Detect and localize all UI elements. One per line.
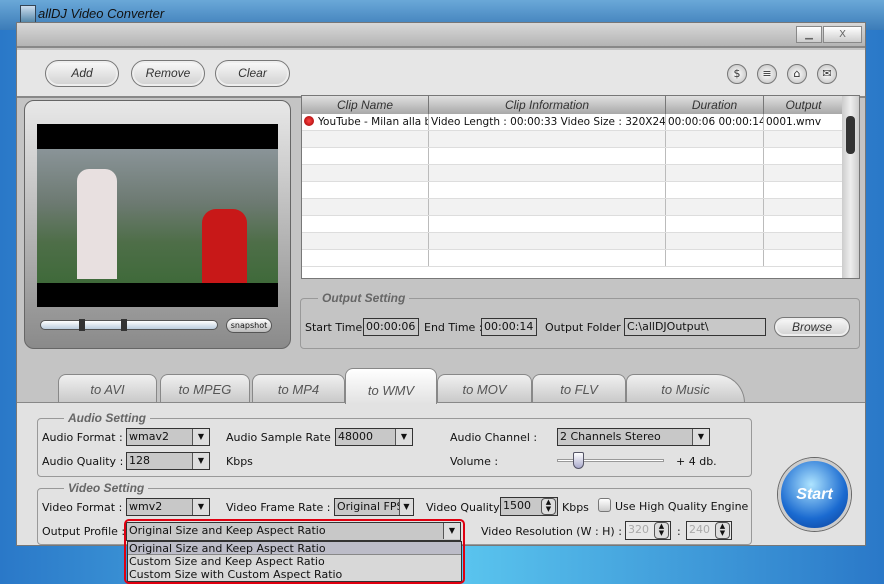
mail-icon[interactable]: ✉ xyxy=(817,64,837,84)
col-output[interactable]: Output xyxy=(764,96,844,114)
chevron-down-icon: ▼ xyxy=(443,523,460,539)
minimize-button[interactable]: ▁ xyxy=(796,26,822,43)
width-spinner[interactable]: ▲ ▼ xyxy=(654,522,669,539)
col-duration[interactable]: Duration xyxy=(666,96,764,114)
start-marker[interactable] xyxy=(79,319,85,331)
chevron-down-icon: ▼ xyxy=(395,429,412,445)
home-icon[interactable]: ⌂ xyxy=(787,64,807,84)
audio-sample-rate-label: Audio Sample Rate : xyxy=(226,431,338,444)
remove-button[interactable]: Remove xyxy=(131,60,205,87)
volume-value: + 4 db. xyxy=(676,455,717,468)
chevron-down-icon: ▼ xyxy=(192,499,209,515)
audio-channel-label: Audio Channel : xyxy=(450,431,538,444)
chevron-down-icon: ▼ xyxy=(399,499,413,515)
volume-thumb[interactable] xyxy=(573,452,584,469)
clip-duration: 00:00:06 00:00:14 xyxy=(668,114,764,130)
video-format-label: Video Format : xyxy=(42,501,123,514)
tab-to-mov[interactable]: to MOV xyxy=(437,374,532,403)
audio-sample-rate-value: 48000 xyxy=(338,430,373,443)
end-time-label: End Time : xyxy=(424,321,483,334)
audio-kbps-label: Kbps xyxy=(226,455,253,468)
output-folder-input[interactable]: C:\allDJOutput\ xyxy=(624,318,766,336)
col-clip-name[interactable]: Clip Name xyxy=(302,96,429,114)
output-profile-select[interactable]: Original Size and Keep Aspect Ratio ▼ xyxy=(126,522,461,541)
video-format-value: wmv2 xyxy=(129,500,163,513)
audio-sample-rate-select[interactable]: 48000 ▼ xyxy=(335,428,413,446)
chevron-down-icon: ▼ xyxy=(692,429,709,445)
dropdown-option[interactable]: Original Size and Keep Aspect Ratio xyxy=(128,542,461,555)
start-button[interactable]: Start xyxy=(778,458,851,531)
chevron-down-icon: ▼ xyxy=(192,429,209,445)
tab-to-mpeg[interactable]: to MPEG xyxy=(160,374,250,403)
video-frame-rate-value: Original FPS xyxy=(337,500,404,513)
clip-output: 0001.wmv xyxy=(764,114,844,130)
dropdown-option[interactable]: Custom Size with Custom Aspect Ratio xyxy=(128,568,461,581)
video-quality-label: Video Quality : xyxy=(426,501,507,514)
audio-channel-value: 2 Channels Stereo xyxy=(560,430,661,443)
scroll-thumb[interactable] xyxy=(846,116,855,154)
tab-to-flv[interactable]: to FLV xyxy=(532,374,626,403)
output-profile-dropdown: Original Size and Keep Aspect Ratio Cust… xyxy=(127,541,462,582)
audio-quality-label: Audio Quality : xyxy=(42,455,124,468)
table-row[interactable]: YouTube - Milan alla b Video Length : 00… xyxy=(302,114,844,131)
end-time-input[interactable]: 00:00:14 xyxy=(481,318,537,336)
audio-quality-value: 128 xyxy=(129,454,150,467)
volume-label: Volume : xyxy=(450,455,499,468)
record-icon xyxy=(304,116,314,126)
video-kbps-label: Kbps xyxy=(562,501,589,514)
tab-to-music[interactable]: to Music xyxy=(626,374,745,403)
video-resolution-label: Video Resolution (W : H) : xyxy=(481,525,622,538)
high-quality-checkbox[interactable] xyxy=(598,498,611,512)
col-clip-info[interactable]: Clip Information xyxy=(429,96,666,114)
end-marker[interactable] xyxy=(121,319,127,331)
start-time-label: Start Time : xyxy=(305,321,370,334)
user-icon[interactable]: ≡ xyxy=(757,64,777,84)
add-button[interactable]: Add xyxy=(45,60,119,87)
video-frame xyxy=(37,149,278,283)
output-folder-label: Output Folder : xyxy=(545,321,628,334)
output-profile-label: Output Profile : xyxy=(42,525,126,538)
resolution-separator: : xyxy=(677,525,681,538)
browse-button[interactable]: Browse xyxy=(774,317,850,337)
video-frame-rate-select[interactable]: Original FPS ▼ xyxy=(334,498,414,516)
clip-table: Clip Name Clip Information Duration Outp… xyxy=(301,95,860,279)
audio-channel-select[interactable]: 2 Channels Stereo ▼ xyxy=(557,428,710,446)
table-body: YouTube - Milan alla b Video Length : 00… xyxy=(302,114,844,267)
audio-quality-select[interactable]: 128 ▼ xyxy=(126,452,210,470)
audio-format-label: Audio Format : xyxy=(42,431,123,444)
video-quality-spinner[interactable]: ▲ ▼ xyxy=(541,498,556,515)
clip-info: Video Length : 00:00:33 Video Size : 320… xyxy=(431,114,666,130)
chevron-down-icon: ▼ xyxy=(192,453,209,469)
high-quality-label: Use High Quality Engine xyxy=(615,500,749,513)
output-setting-title: Output Setting xyxy=(318,291,410,305)
tab-to-wmv[interactable]: to WMV xyxy=(345,368,437,404)
volume-slider[interactable] xyxy=(557,452,664,469)
audio-format-select[interactable]: wmav2 ▼ xyxy=(126,428,210,446)
clip-name: YouTube - Milan alla b xyxy=(318,116,429,128)
close-button[interactable]: X xyxy=(823,26,862,43)
output-profile-value: Original Size and Keep Aspect Ratio xyxy=(129,524,326,537)
app-icon xyxy=(20,5,36,23)
top-bar xyxy=(17,23,865,48)
table-header: Clip Name Clip Information Duration Outp… xyxy=(302,96,844,114)
seek-slider[interactable] xyxy=(40,319,218,331)
dollar-icon[interactable]: $ xyxy=(727,64,747,84)
audio-format-value: wmav2 xyxy=(129,430,169,443)
start-time-input[interactable]: 00:00:06 xyxy=(363,318,419,336)
video-quality-value: 1500 xyxy=(503,499,531,512)
clear-button[interactable]: Clear xyxy=(215,60,290,87)
video-format-select[interactable]: wmv2 ▼ xyxy=(126,498,210,516)
tab-to-avi[interactable]: to AVI xyxy=(58,374,157,403)
snapshot-button[interactable]: snapshot xyxy=(226,318,272,333)
audio-setting-title: Audio Setting xyxy=(64,411,150,425)
height-spinner[interactable]: ▲ ▼ xyxy=(715,522,730,539)
video-frame-rate-label: Video Frame Rate : xyxy=(226,501,331,514)
video-setting-title: Video Setting xyxy=(64,481,149,495)
scrollbar[interactable] xyxy=(842,96,859,278)
window-title: allDJ Video Converter xyxy=(38,6,165,21)
tab-to-mp4[interactable]: to MP4 xyxy=(252,374,345,403)
dropdown-option[interactable]: Custom Size and Keep Aspect Ratio xyxy=(128,555,461,568)
